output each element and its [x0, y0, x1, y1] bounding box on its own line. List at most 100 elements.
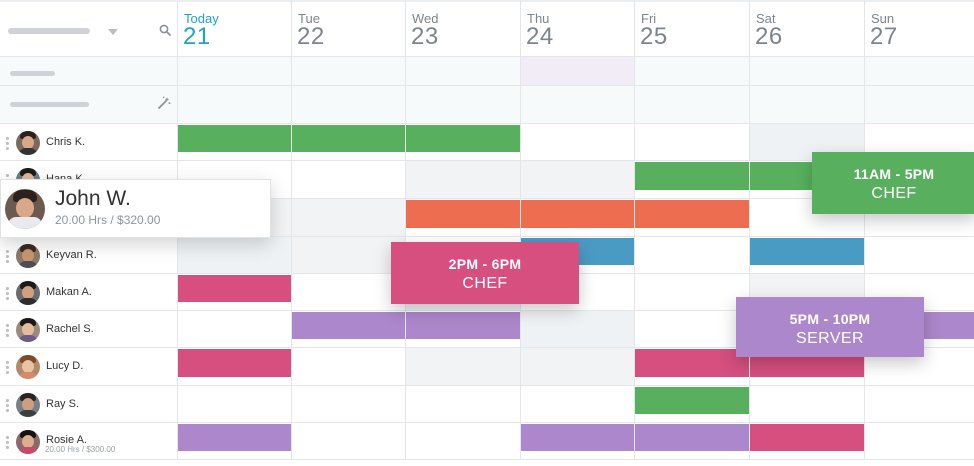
schedule-cell[interactable]: [865, 386, 974, 423]
floating-shift-card[interactable]: 2PM - 6PM CHEF: [391, 242, 579, 304]
schedule-cell[interactable]: [178, 386, 292, 423]
avatar: [16, 243, 40, 268]
avatar: [16, 130, 40, 155]
employee-name: Makan A.: [46, 285, 92, 298]
drag-handle-icon[interactable]: [6, 361, 9, 374]
employee-row-label[interactable]: Makan A.: [0, 274, 178, 311]
day-number: 22: [297, 23, 325, 50]
shift-block[interactable]: [178, 275, 291, 302]
schedule-cell[interactable]: [521, 348, 635, 386]
day-number: 23: [411, 23, 439, 50]
drag-handle-icon[interactable]: [6, 398, 9, 412]
schedule-cell[interactable]: [292, 386, 406, 423]
employee-row-label[interactable]: Ray S.: [0, 386, 178, 423]
schedule-cell[interactable]: [865, 423, 974, 460]
drag-handle-icon[interactable]: [6, 286, 9, 300]
day-header-3[interactable]: Thu 24: [521, 0, 635, 57]
shift-block[interactable]: [635, 424, 749, 451]
shift-block[interactable]: [406, 200, 520, 228]
drag-handle-icon[interactable]: [6, 435, 9, 449]
day-header-2[interactable]: Wed 23: [406, 0, 521, 57]
shift-block[interactable]: [178, 424, 291, 451]
summary-cell: [635, 86, 750, 124]
drag-handle-icon[interactable]: [6, 323, 9, 337]
employee-row-label[interactable]: Lucy D.: [0, 348, 178, 386]
chevron-down-icon[interactable]: [108, 29, 118, 35]
employee-name: Rachel S.: [46, 322, 94, 335]
day-number: 25: [640, 23, 668, 50]
shift-block[interactable]: [635, 200, 749, 228]
summary-cell: [750, 57, 865, 86]
schedule-cell[interactable]: [178, 237, 292, 274]
shift-block[interactable]: [635, 387, 749, 414]
summary-cell: [865, 57, 974, 86]
search-icon[interactable]: [159, 24, 171, 36]
schedule-cell[interactable]: [292, 348, 406, 386]
summary-row-label: [0, 86, 178, 124]
schedule-cell[interactable]: [521, 161, 635, 199]
employee-row-label[interactable]: Keyvan R.: [0, 237, 178, 274]
employee-row-label[interactable]: Rosie A. 20.00 Hrs / $300.00: [0, 423, 178, 460]
shift-block[interactable]: [635, 162, 749, 190]
avatar: [16, 392, 40, 417]
shift-block[interactable]: [750, 238, 864, 265]
schedule-cell[interactable]: [635, 274, 750, 311]
employee-row-label[interactable]: Rachel S.: [0, 311, 178, 348]
avatar: [16, 355, 40, 379]
employee-name: John W.: [55, 187, 131, 210]
schedule-cell[interactable]: [292, 274, 406, 311]
shift-block[interactable]: [178, 125, 291, 152]
shift-block[interactable]: [750, 424, 864, 451]
shift-block[interactable]: [178, 349, 291, 377]
floating-shift-card[interactable]: 5PM - 10PM SERVER: [736, 297, 924, 357]
schedule-cell[interactable]: [178, 311, 292, 348]
schedule-cell[interactable]: [865, 237, 974, 274]
schedule-cell[interactable]: [292, 237, 406, 274]
day-number: 21: [183, 23, 211, 50]
employee-row-label[interactable]: Chris K.: [0, 124, 178, 161]
schedule-cell[interactable]: [521, 311, 635, 348]
schedule-cell[interactable]: [406, 386, 521, 423]
employee-name: Chris K.: [46, 135, 86, 148]
shift-block[interactable]: [635, 349, 749, 377]
schedule-grid: Today 21 Tue 22 Wed 23 Thu 24 Fri 25 Sat 26 Sun 27 Ch…: [0, 0, 974, 466]
magic-wand-icon[interactable]: [157, 96, 171, 110]
summary-cell: [292, 57, 406, 86]
shift-block[interactable]: [292, 125, 405, 152]
shift-block[interactable]: [406, 312, 520, 339]
summary-cell: [178, 57, 292, 86]
day-header-5[interactable]: Sat 26: [750, 0, 865, 57]
day-header-4[interactable]: Fri 25: [635, 0, 750, 57]
employee-hours-cost: 20.00 Hrs / $320.00: [55, 213, 161, 227]
schedule-cell[interactable]: [635, 311, 750, 348]
schedule-cell[interactable]: [406, 423, 521, 460]
floating-shift-card[interactable]: 11AM - 5PM CHEF: [812, 152, 974, 214]
schedule-cell[interactable]: [292, 423, 406, 460]
day-header-0[interactable]: Today 21: [178, 0, 292, 57]
schedule-cell[interactable]: [521, 124, 635, 161]
schedule-cell[interactable]: [406, 348, 521, 386]
schedule-cell[interactable]: [521, 386, 635, 423]
summary-cell: [292, 86, 406, 124]
avatar: [16, 429, 40, 454]
shift-block[interactable]: [521, 200, 634, 228]
schedule-cell[interactable]: [635, 237, 750, 274]
schedule-cell[interactable]: [406, 161, 521, 199]
shift-block[interactable]: [406, 125, 520, 152]
drag-handle-icon[interactable]: [6, 136, 9, 150]
schedule-cell[interactable]: [635, 124, 750, 161]
day-header-6[interactable]: Sun 27: [865, 0, 974, 57]
schedule-cell[interactable]: [750, 386, 865, 423]
dragged-employee-card[interactable]: John W. 20.00 Hrs / $320.00: [0, 179, 271, 238]
summary-cell: [178, 86, 292, 124]
shift-block[interactable]: [521, 424, 634, 451]
schedule-cell[interactable]: [292, 199, 406, 237]
shift-time: 11AM - 5PM: [853, 166, 935, 182]
day-header-1[interactable]: Tue 22: [292, 0, 406, 57]
shift-block[interactable]: [292, 312, 405, 339]
employee-name: Ray S.: [46, 397, 80, 410]
employee-name: Keyvan R.: [46, 248, 97, 261]
filter-select-placeholder[interactable]: [8, 28, 90, 34]
schedule-cell[interactable]: [292, 161, 406, 199]
drag-handle-icon[interactable]: [6, 249, 9, 263]
